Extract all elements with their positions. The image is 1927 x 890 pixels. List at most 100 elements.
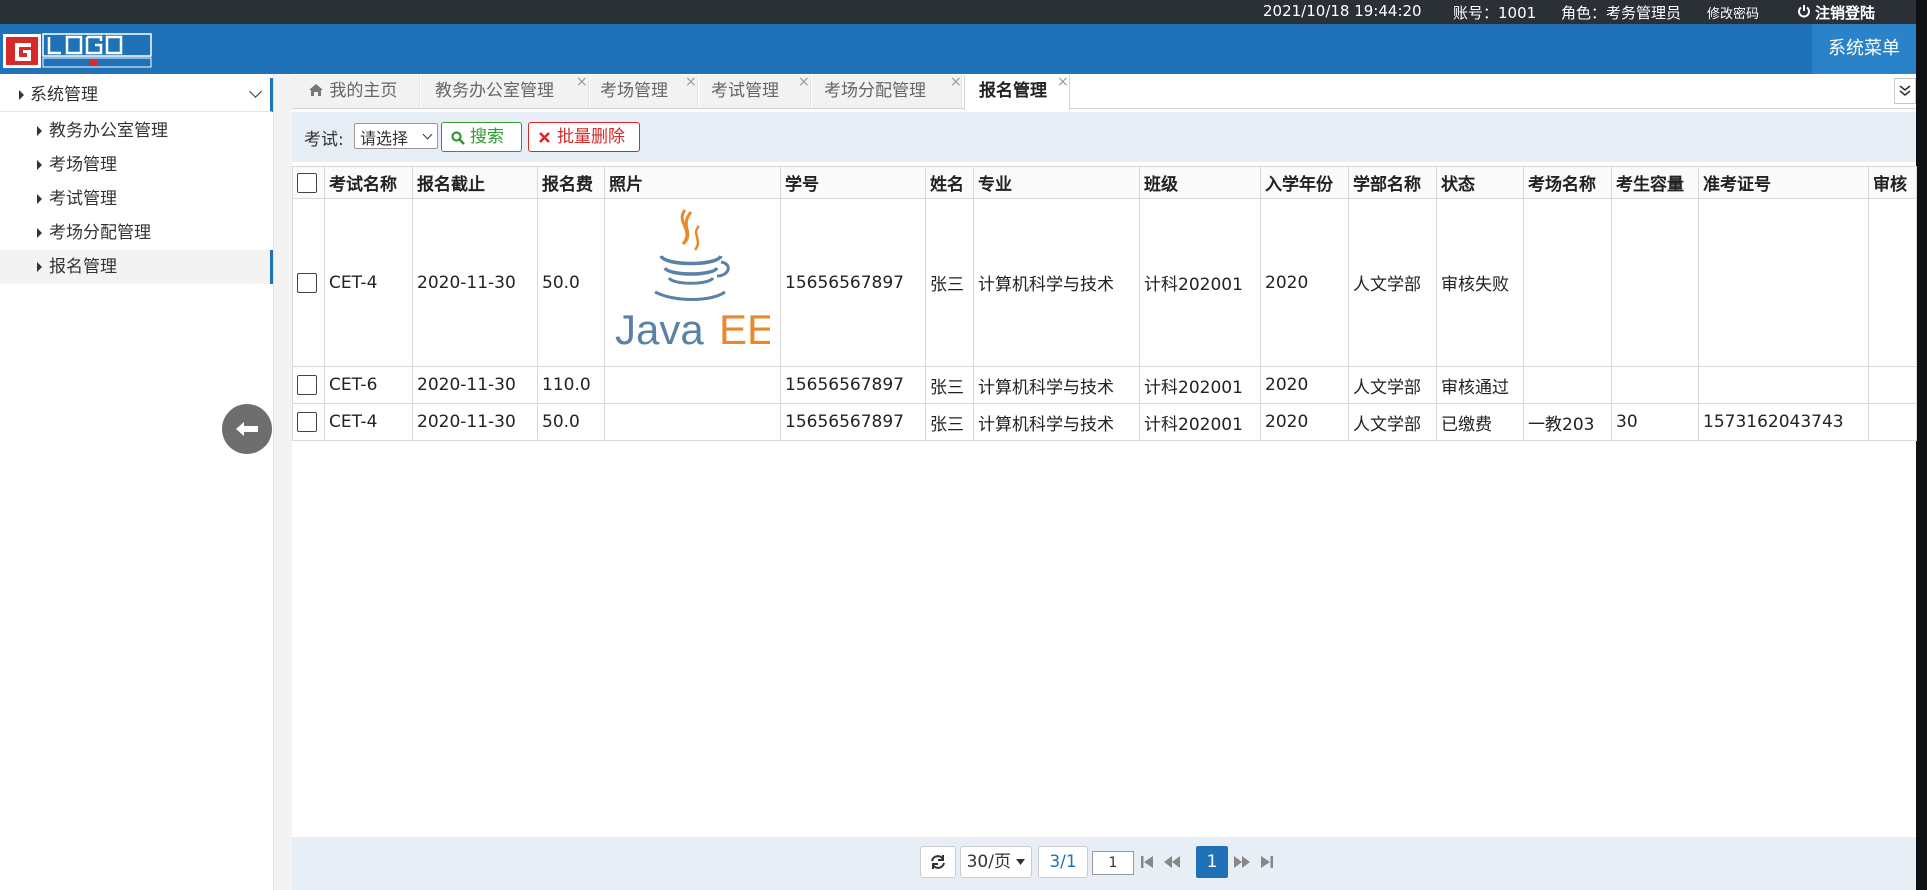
sidebar-item-exam[interactable]: 考试管理	[0, 182, 273, 216]
sidebar-item-label: 系统管理	[30, 85, 98, 105]
sidebar-item-system-management[interactable]: 系统管理	[0, 78, 273, 112]
status-cell: 审核通过	[1436, 366, 1524, 404]
close-icon[interactable]: ×	[798, 66, 810, 99]
page-size-select[interactable]: 30/页	[960, 846, 1032, 878]
column-header[interactable]: 照片	[604, 166, 781, 199]
datetime-text: 2021/10/18 19:44:20	[1263, 2, 1422, 20]
column-header[interactable]: 学号	[780, 166, 926, 199]
status-cell: 已缴费	[1436, 403, 1524, 441]
column-header[interactable]: 状态	[1436, 166, 1524, 199]
table-row[interactable]: CET-4 2020-11-30 50.0 15656567897 张三 计算机…	[292, 403, 1917, 441]
caret-right-icon	[37, 160, 42, 170]
window-edge	[1916, 0, 1927, 890]
status-cell: 审核失败	[1436, 198, 1524, 367]
table-cell: 1573162043743	[1698, 403, 1869, 441]
table-cell: 110.0	[537, 366, 605, 404]
sidebar-item-registration[interactable]: 报名管理	[0, 250, 273, 284]
tab-room-allocation[interactable]: 考场分配管理 ×	[812, 74, 962, 108]
refresh-icon	[931, 855, 945, 869]
tab-menu-button[interactable]	[1894, 78, 1916, 104]
row-checkbox[interactable]	[297, 375, 317, 395]
close-icon	[539, 132, 550, 143]
arrow-left-icon	[236, 422, 258, 436]
close-icon[interactable]: ×	[685, 66, 697, 99]
table-cell	[1868, 198, 1917, 367]
refresh-button[interactable]	[920, 846, 956, 878]
tab-bar: 我的主页 教务办公室管理 × 考场管理 × 考试管理 × 考场分配管理 × 报名…	[292, 74, 1916, 110]
table-cell: 50.0	[537, 403, 605, 441]
tab-home[interactable]: 我的主页	[292, 75, 420, 108]
sidebar-item-room-allocation[interactable]: 考场分配管理	[0, 216, 273, 250]
table-cell	[1698, 198, 1869, 367]
column-header[interactable]: 姓名	[925, 166, 974, 199]
table-cell: 计科202001	[1139, 198, 1261, 367]
close-icon[interactable]: ×	[1057, 66, 1069, 99]
sidebar-item-office[interactable]: 教务办公室管理	[0, 114, 273, 148]
close-icon[interactable]: ×	[950, 66, 962, 99]
tab-label: 考场管理	[600, 81, 668, 101]
table-cell: 张三	[925, 366, 974, 404]
column-header[interactable]: 专业	[973, 166, 1140, 199]
current-page-button[interactable]: 1	[1196, 846, 1228, 878]
batch-delete-button[interactable]: 批量删除	[528, 122, 640, 152]
column-header[interactable]: 报名截止	[412, 166, 538, 199]
next-page-icon[interactable]	[1232, 852, 1252, 872]
system-menu-button[interactable]: 系统菜单	[1812, 24, 1916, 74]
first-page-icon[interactable]	[1138, 852, 1158, 872]
table-cell: 2020-11-30	[412, 366, 538, 404]
column-header[interactable]: 准考证号	[1698, 166, 1869, 199]
last-page-icon[interactable]	[1256, 852, 1276, 872]
select-all-cell[interactable]	[292, 166, 325, 199]
table-cell: 15656567897	[780, 366, 926, 404]
change-password-link[interactable]: 修改密码	[1707, 3, 1759, 22]
table-cell: 2020-11-30	[412, 198, 538, 367]
column-header[interactable]: 审核	[1868, 166, 1917, 199]
page-number-input[interactable]: 1	[1092, 851, 1134, 875]
tab-office[interactable]: 教务办公室管理 ×	[421, 74, 589, 108]
collapse-sidebar-button[interactable]	[222, 404, 272, 454]
column-header[interactable]: 入学年份	[1260, 166, 1349, 199]
previous-page-icon[interactable]	[1162, 852, 1182, 872]
table-cell: 30	[1611, 403, 1699, 441]
table-row[interactable]: CET-4 2020-11-30 50.0 Java EE 1565656789…	[292, 198, 1917, 367]
column-header[interactable]: 考场名称	[1523, 166, 1612, 199]
exam-select[interactable]: 请选择	[354, 123, 438, 149]
tab-exam[interactable]: 考试管理 ×	[699, 74, 811, 108]
column-header[interactable]: 考试名称	[324, 166, 413, 199]
row-checkbox[interactable]	[297, 272, 317, 293]
ee-text: EE	[719, 306, 770, 353]
row-checkbox[interactable]	[297, 412, 317, 432]
row-select-cell[interactable]	[292, 403, 325, 441]
search-button-label: 搜索	[470, 127, 504, 147]
table-cell: CET-4	[324, 403, 413, 441]
row-select-cell[interactable]	[292, 366, 325, 404]
column-header[interactable]: 学部名称	[1348, 166, 1437, 199]
row-select-cell[interactable]	[292, 198, 325, 367]
caret-right-icon	[37, 262, 42, 272]
table-cell: 15656567897	[780, 403, 926, 441]
table-cell	[1523, 366, 1612, 404]
table-cell: 计科202001	[1139, 366, 1261, 404]
registration-table: 考试名称 报名截止 报名费 照片 学号 姓名 专业 班级 入学年份 学部名称 状…	[292, 166, 1917, 441]
sidebar-item-exam-room[interactable]: 考场管理	[0, 148, 273, 182]
table-cell: 50.0	[537, 198, 605, 367]
tab-registration[interactable]: 报名管理 ×	[964, 74, 1070, 110]
table-cell: 2020	[1260, 198, 1349, 367]
logout-link[interactable]: 注销登陆	[1815, 2, 1875, 23]
search-button[interactable]: 搜索	[441, 122, 522, 152]
close-icon[interactable]: ×	[576, 66, 588, 99]
table-cell: 计算机科学与技术	[973, 198, 1140, 367]
select-all-checkbox[interactable]	[297, 172, 317, 193]
column-header[interactable]: 报名费	[537, 166, 605, 199]
exam-filter-label: 考试:	[304, 130, 344, 150]
caret-right-icon	[37, 194, 42, 204]
sidebar-item-label: 考场分配管理	[49, 223, 151, 243]
column-header[interactable]: 班级	[1139, 166, 1261, 199]
tab-exam-room[interactable]: 考场管理 ×	[590, 74, 698, 108]
table-cell: CET-4	[324, 198, 413, 367]
column-header[interactable]: 考生容量	[1611, 166, 1699, 199]
table-row[interactable]: CET-6 2020-11-30 110.0 15656567897 张三 计算…	[292, 366, 1917, 404]
tab-label: 考试管理	[711, 81, 779, 101]
power-icon[interactable]	[1797, 4, 1811, 22]
table-cell	[1611, 366, 1699, 404]
